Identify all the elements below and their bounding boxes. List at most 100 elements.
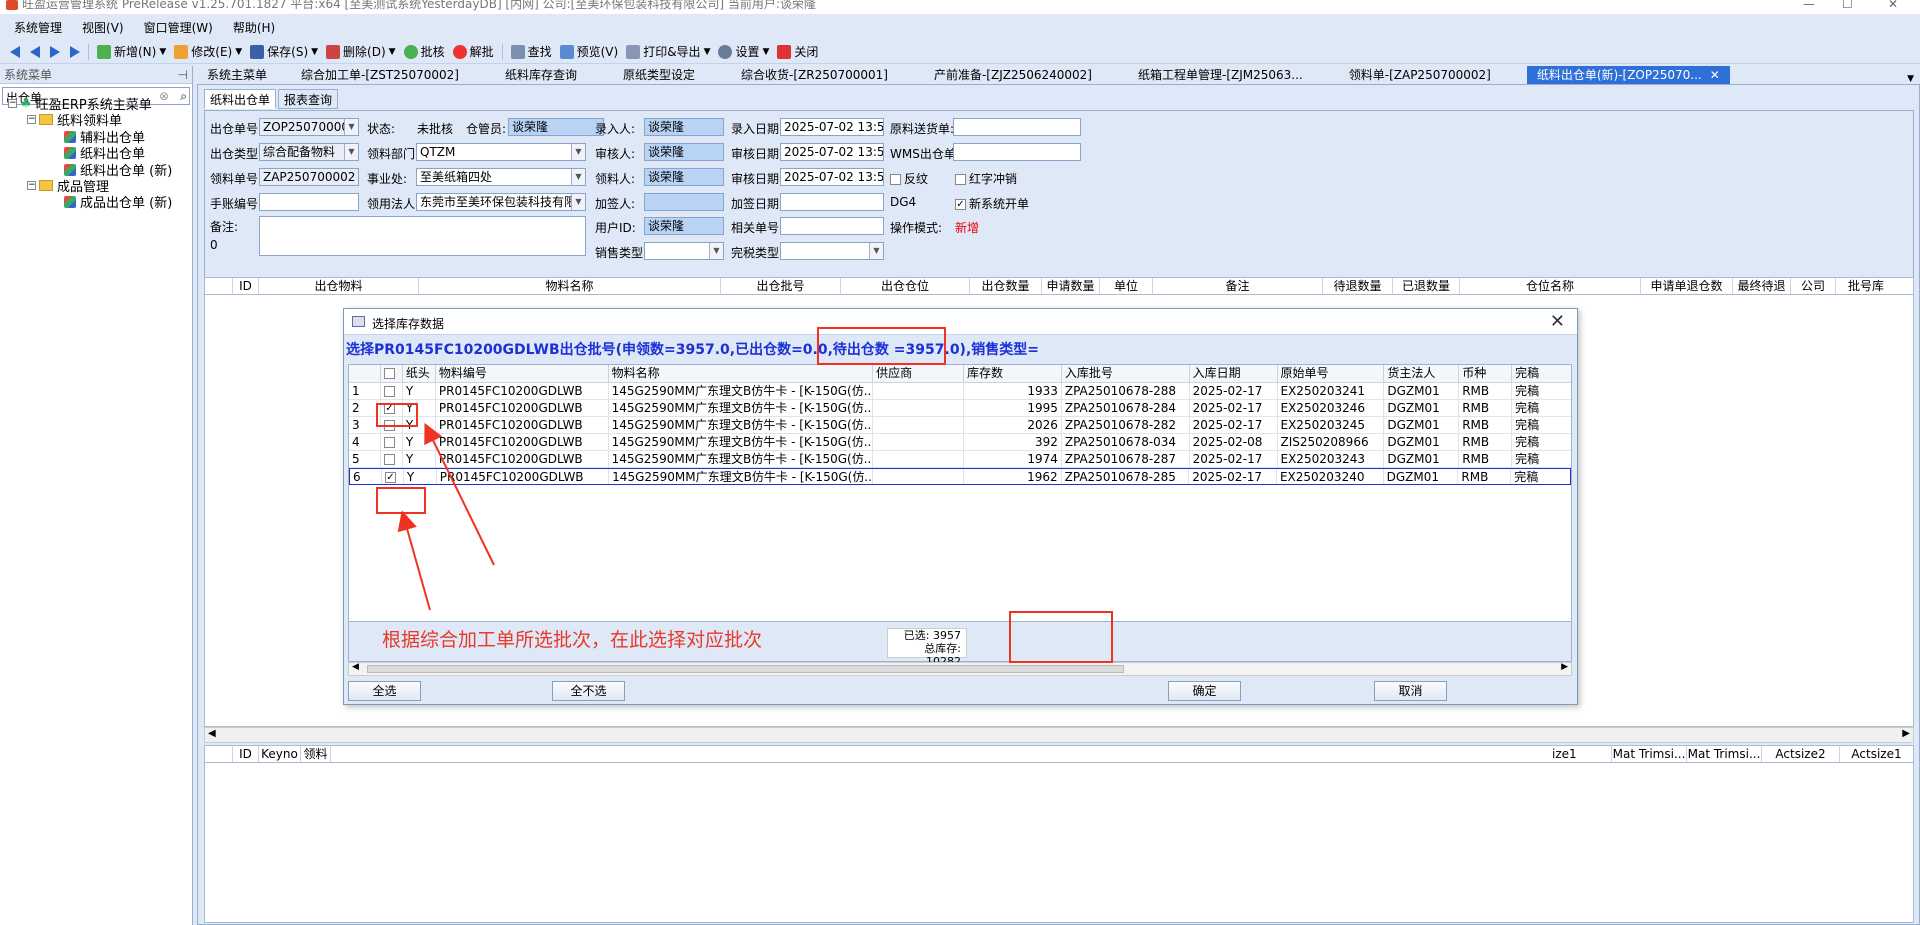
dialog-close-icon[interactable]: ✕ <box>1550 311 1565 332</box>
sign-date-field[interactable] <box>780 193 884 211</box>
col-header[interactable]: 供应商 <box>873 365 965 382</box>
col-header[interactable] <box>205 278 233 294</box>
select-all-button[interactable]: 全选 <box>348 681 421 701</box>
tab-main-menu[interactable]: 系统主菜单 <box>197 66 277 84</box>
col-header[interactable]: 已退数量 <box>1393 278 1460 294</box>
user-id-field[interactable]: 谈荣隆 <box>644 217 724 235</box>
stock-row[interactable]: 2 ✓ Y PR0145FC10200GDLWB 145G2590MM广东理文B仿牛卡 … <box>349 400 1571 417</box>
dialog-hscrollbar[interactable]: ◀ ▶ <box>348 662 1572 676</box>
col-header[interactable]: 库存数 <box>964 365 1062 382</box>
col-header[interactable]: 物料名称 <box>419 278 721 294</box>
legal-select[interactable]: 东莞市至美环保包装科技有限公司 ▼ <box>416 193 586 211</box>
maximize-icon[interactable]: ☐ <box>1842 0 1853 11</box>
pin-icon[interactable]: ⊣ <box>178 66 188 84</box>
stock-row[interactable]: 3 Y PR0145FC10200GDLWB 145G2590MM广东理文B仿牛卡 -… <box>349 417 1571 434</box>
stock-row[interactable]: 1 Y PR0145FC10200GDLWB 145G2590MM广东理文B仿牛卡 -… <box>349 383 1571 400</box>
ok-button[interactable]: 确定 <box>1168 681 1241 701</box>
tax-type-select[interactable]: ▼ <box>780 242 884 260</box>
clear-icon[interactable]: ⊗ <box>159 89 169 103</box>
pick-no-field[interactable]: ZAP250700002 <box>259 168 359 186</box>
division-select[interactable]: 至美纸箱四处 ▼ <box>416 168 586 186</box>
preview-button[interactable]: 预览(V) <box>559 43 618 60</box>
menu-window[interactable]: 窗口管理(W) <box>144 19 213 36</box>
col-header[interactable]: 领料 <box>301 746 331 762</box>
scroll-left-icon[interactable]: ◀ <box>352 662 359 672</box>
stock-row[interactable]: 4 Y PR0145FC10200GDLWB 145G2590MM广东理文B仿牛卡 -… <box>349 434 1571 451</box>
row-checkbox[interactable] <box>383 420 395 431</box>
edit-button[interactable]: 修改(E) ▼ <box>174 43 242 60</box>
col-header[interactable]: 物料名称 <box>609 365 874 382</box>
col-header[interactable]: Actsize1 <box>1840 746 1913 762</box>
reviewer-field[interactable]: 谈荣隆 <box>644 143 724 161</box>
tabs-dropdown-icon[interactable]: ▼ <box>1907 74 1914 84</box>
print-export-button[interactable]: 打印&导出 ▼ <box>626 43 710 60</box>
col-header[interactable]: 入库批号 <box>1062 365 1190 382</box>
reverse-check-box[interactable] <box>890 174 901 185</box>
related-no-field[interactable] <box>780 217 884 235</box>
close-window-icon[interactable]: ✕ <box>1888 0 1898 11</box>
col-header[interactable]: Keyno <box>259 746 301 762</box>
reverse-checkbox[interactable]: 反纹 <box>890 170 928 187</box>
col-header[interactable]: 出仓数量 <box>970 278 1042 294</box>
sign-field[interactable] <box>644 193 724 211</box>
col-header[interactable]: 最终待退 <box>1733 278 1791 294</box>
tab-process-order[interactable]: 综合加工单-[ZST25070002] <box>291 66 469 84</box>
find-button[interactable]: 查找 <box>510 43 552 60</box>
sales-type-select[interactable]: ▼ <box>644 242 724 260</box>
row-checkbox[interactable] <box>383 454 395 465</box>
search-icon[interactable]: ⌕ <box>180 89 187 104</box>
col-header[interactable]: 出仓批号 <box>721 278 841 294</box>
remark-textarea[interactable] <box>259 216 586 256</box>
out-type-select[interactable]: 综合配备物料 ▼ <box>259 143 359 161</box>
tree-item-product-out-new[interactable]: 成品出仓单 (新) <box>64 192 172 211</box>
new-system-check-box[interactable]: ✓ <box>955 199 966 210</box>
cancel-button[interactable]: 取消 <box>1374 681 1447 701</box>
col-header[interactable]: 批号库 <box>1836 278 1896 294</box>
stock-row[interactable]: 6 ✓ Y PR0145FC10200GDLWB 145G2590MM广东理文B仿牛卡 … <box>349 468 1571 485</box>
menu-view[interactable]: 视图(V) <box>82 19 124 36</box>
tab-pick-order[interactable]: 领料单-[ZAP250700002] <box>1339 66 1501 84</box>
next-record-icon[interactable] <box>50 45 60 58</box>
settings-button[interactable]: 设置 ▼ <box>718 43 769 60</box>
cell-checkbox[interactable] <box>381 434 403 450</box>
close-tab-icon[interactable]: ✕ <box>1710 68 1720 82</box>
col-header[interactable]: 物料编号 <box>436 365 609 382</box>
new-button[interactable]: 新增(N) ▼ <box>97 43 166 60</box>
col-header[interactable]: 待退数量 <box>1323 278 1393 294</box>
review-date-field[interactable]: 2025-07-02 13:51:36 <box>780 143 884 161</box>
stock-row[interactable]: 5 Y PR0145FC10200GDLWB 145G2590MM广东理文B仿牛卡 -… <box>349 451 1571 468</box>
col-header[interactable]: 出仓物料 <box>259 278 419 294</box>
cell-checkbox[interactable]: ✓ <box>381 400 403 416</box>
col-header[interactable]: 货主法人 <box>1384 365 1460 382</box>
minimize-icon[interactable]: — <box>1803 0 1815 11</box>
menu-help[interactable]: 帮助(H) <box>233 19 275 36</box>
cell-checkbox[interactable]: ✓ <box>382 469 404 484</box>
subtab-report[interactable]: 报表查询 <box>278 89 339 109</box>
close-button[interactable]: 关闭 <box>777 43 818 60</box>
delete-button[interactable]: 删除(D) ▼ <box>326 43 396 60</box>
col-header[interactable]: 备注 <box>1153 278 1323 294</box>
red-reverse-checkbox[interactable]: 红字冲销 <box>955 170 1017 187</box>
unapprove-button[interactable]: 解批 <box>452 43 494 60</box>
wms-field[interactable] <box>953 143 1081 161</box>
col-header[interactable]: 完稿 <box>1512 365 1571 382</box>
col-header[interactable]: 仓位名称 <box>1460 278 1641 294</box>
col-header[interactable] <box>349 365 381 382</box>
tab-paper-stock[interactable]: 纸料库存查询 <box>495 66 587 84</box>
prev-record-icon[interactable] <box>30 45 40 58</box>
scroll-right-icon[interactable]: ▶ <box>1561 662 1568 672</box>
picker-field[interactable]: 谈荣隆 <box>644 168 724 186</box>
out-no-field[interactable]: ZOP250700002 ▼ <box>259 118 359 136</box>
col-header[interactable]: 币种 <box>1459 365 1513 382</box>
col-header[interactable]: 纸头 <box>403 365 436 382</box>
dept-select[interactable]: QTZM ▼ <box>416 143 586 161</box>
col-header[interactable]: 入库日期 <box>1190 365 1278 382</box>
cell-checkbox[interactable] <box>381 451 403 467</box>
new-system-checkbox[interactable]: ✓ 新系统开单 <box>955 195 1029 212</box>
col-header[interactable]: Actsize2 <box>1762 746 1840 762</box>
row-checkbox[interactable]: ✓ <box>383 403 395 414</box>
tab-paper-out-new[interactable]: 纸料出仓单(新)-[ZOP25070... ✕ <box>1526 66 1730 84</box>
save-button[interactable]: 保存(S) ▼ <box>250 43 318 60</box>
tab-engineering[interactable]: 纸箱工程单管理-[ZJM25063... <box>1128 66 1313 84</box>
col-header[interactable]: ID <box>233 278 259 294</box>
